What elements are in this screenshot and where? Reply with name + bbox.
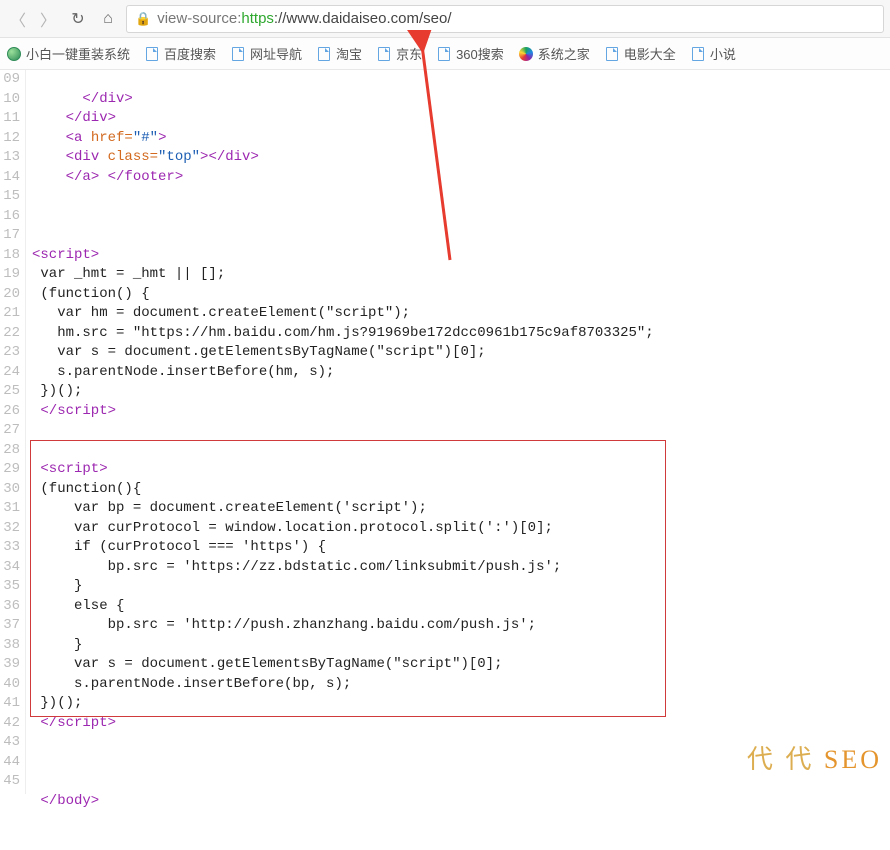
url-prefix: view-source: xyxy=(157,10,241,27)
bookmark-label: 网址导航 xyxy=(250,44,302,63)
doc-icon xyxy=(376,46,392,62)
bookmark-label: 系统之家 xyxy=(538,44,590,63)
doc-icon xyxy=(230,46,246,62)
source-view: 09 10 11 12 13 14 15 16 17 18 19 20 21 2… xyxy=(0,70,890,794)
bookmark-label: 京东 xyxy=(396,44,422,63)
home-button[interactable]: ⌂ xyxy=(96,7,120,31)
bookmark-item[interactable]: 百度搜索 xyxy=(144,44,216,63)
bookmark-label: 360搜索 xyxy=(456,44,504,63)
address-bar[interactable]: 🔒 view-source: https ://www.daidaiseo.co… xyxy=(126,5,884,33)
bookmark-item[interactable]: 电影大全 xyxy=(604,44,676,63)
lock-icon: 🔒 xyxy=(135,11,151,27)
bookmark-item[interactable]: 网址导航 xyxy=(230,44,302,63)
bookmark-label: 百度搜索 xyxy=(164,44,216,63)
reload-button[interactable]: ↻ xyxy=(66,7,90,31)
browser-toolbar: 〈 〉 ↻ ⌂ 🔒 view-source: https ://www.daid… xyxy=(0,0,890,38)
wheel-icon xyxy=(518,46,534,62)
globe-icon xyxy=(6,46,22,62)
bookmarks-bar: 小白一键重装系统 百度搜索 网址导航 淘宝 京东 360搜索 系统之家 电影大全 小说 xyxy=(0,38,890,70)
url-path: ://www.daidaiseo.com/seo/ xyxy=(274,10,452,27)
back-button[interactable]: 〈 xyxy=(6,7,30,31)
bookmark-label: 电影大全 xyxy=(624,44,676,63)
bookmark-item[interactable]: 淘宝 xyxy=(316,44,362,63)
bookmark-item[interactable]: 系统之家 xyxy=(518,44,590,63)
bookmark-item[interactable]: 360搜索 xyxy=(436,44,504,63)
bookmark-item[interactable]: 小白一键重装系统 xyxy=(6,44,130,63)
doc-icon xyxy=(690,46,706,62)
bookmark-label: 小白一键重装系统 xyxy=(26,44,130,63)
doc-icon xyxy=(316,46,332,62)
forward-button[interactable]: 〉 xyxy=(36,7,60,31)
bookmark-item[interactable]: 小说 xyxy=(690,44,736,63)
doc-icon xyxy=(604,46,620,62)
bookmark-label: 淘宝 xyxy=(336,44,362,63)
line-gutter: 09 10 11 12 13 14 15 16 17 18 19 20 21 2… xyxy=(0,70,26,794)
doc-icon xyxy=(436,46,452,62)
source-code[interactable]: </div> </div> <a href="#"> <div class="t… xyxy=(26,70,890,794)
doc-icon xyxy=(144,46,160,62)
bookmark-label: 小说 xyxy=(710,44,736,63)
url-protocol: https xyxy=(241,10,274,27)
bookmark-item[interactable]: 京东 xyxy=(376,44,422,63)
